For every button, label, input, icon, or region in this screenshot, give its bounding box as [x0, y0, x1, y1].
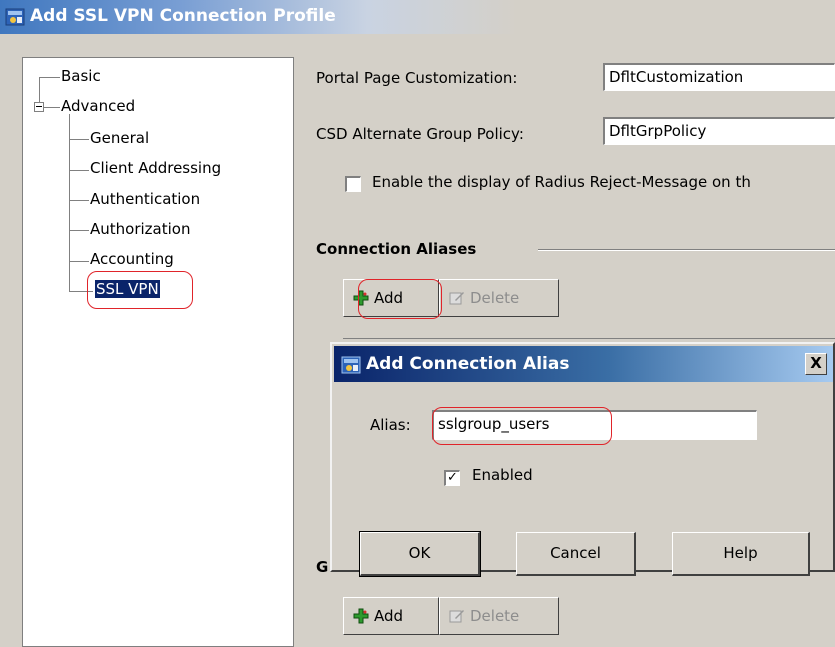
collapse-icon[interactable] [34, 102, 44, 112]
enabled-checkbox[interactable]: ✓ [444, 470, 460, 486]
close-icon: X [810, 354, 822, 372]
ok-button[interactable]: OK [359, 531, 481, 577]
tree-item-authorization[interactable]: Authorization [90, 220, 190, 238]
delete-url-label: Delete [470, 607, 520, 625]
tree-connector [44, 107, 60, 108]
highlight-ring [87, 271, 193, 309]
tree-connector [39, 77, 60, 78]
portal-customization-label: Portal Page Customization: [316, 69, 518, 87]
tree-connector [69, 230, 89, 231]
tree-item-advanced[interactable]: Advanced [61, 97, 135, 115]
asdm-app-icon [5, 8, 25, 26]
enabled-label: Enabled [472, 466, 533, 484]
tree-item-accounting[interactable]: Accounting [90, 250, 174, 268]
edit-delete-icon [449, 610, 464, 623]
radius-reject-label: Enable the display of Radius Reject-Mess… [372, 173, 751, 191]
cancel-button[interactable]: Cancel [516, 532, 636, 576]
highlight-ring [432, 407, 612, 445]
tree-connector [69, 139, 89, 140]
tree-item-client-addressing[interactable]: Client Addressing [90, 159, 221, 177]
tree-item-basic[interactable]: Basic [61, 67, 101, 85]
window-title-bar: Add SSL VPN Connection Profile [0, 0, 835, 34]
green-plus-icon [353, 608, 369, 624]
delete-url-button[interactable]: Delete [439, 597, 559, 635]
dialog-title: Add Connection Alias [366, 354, 570, 374]
connection-aliases-title: Connection Aliases [316, 240, 477, 258]
window-title: Add SSL VPN Connection Profile [30, 6, 336, 26]
asdm-app-icon [341, 356, 361, 374]
add-url-button[interactable]: Add [343, 597, 439, 635]
dialog-title-bar[interactable]: Add Connection Alias X [334, 346, 833, 382]
tree-connector [69, 200, 89, 201]
tree-item-general[interactable]: General [90, 129, 149, 147]
tree-connector [69, 261, 89, 262]
add-url-label: Add [374, 607, 404, 625]
tree-connector [69, 170, 89, 171]
radius-reject-checkbox[interactable] [345, 176, 361, 192]
close-button[interactable]: X [805, 353, 827, 375]
alias-label: Alias: [370, 416, 411, 434]
portal-customization-field[interactable]: DfltCustomization [603, 63, 835, 91]
csd-group-policy-label: CSD Alternate Group Policy: [316, 125, 524, 143]
delete-alias-label: Delete [470, 289, 520, 307]
section-divider [538, 249, 835, 251]
highlight-ring [358, 279, 442, 319]
navigation-tree[interactable]: Basic Advanced General Client Addressing… [22, 57, 294, 647]
group-section-title-partial: G [316, 558, 329, 576]
tree-connector [69, 114, 70, 292]
tree-item-authentication[interactable]: Authentication [90, 190, 200, 208]
delete-alias-button[interactable]: Delete [439, 279, 559, 317]
edit-delete-icon [449, 292, 464, 305]
help-button[interactable]: Help [672, 532, 810, 576]
csd-group-policy-field[interactable]: DfltGrpPolicy [603, 117, 835, 145]
add-connection-alias-dialog: Add Connection Alias X Alias: sslgroup_u… [330, 342, 835, 577]
